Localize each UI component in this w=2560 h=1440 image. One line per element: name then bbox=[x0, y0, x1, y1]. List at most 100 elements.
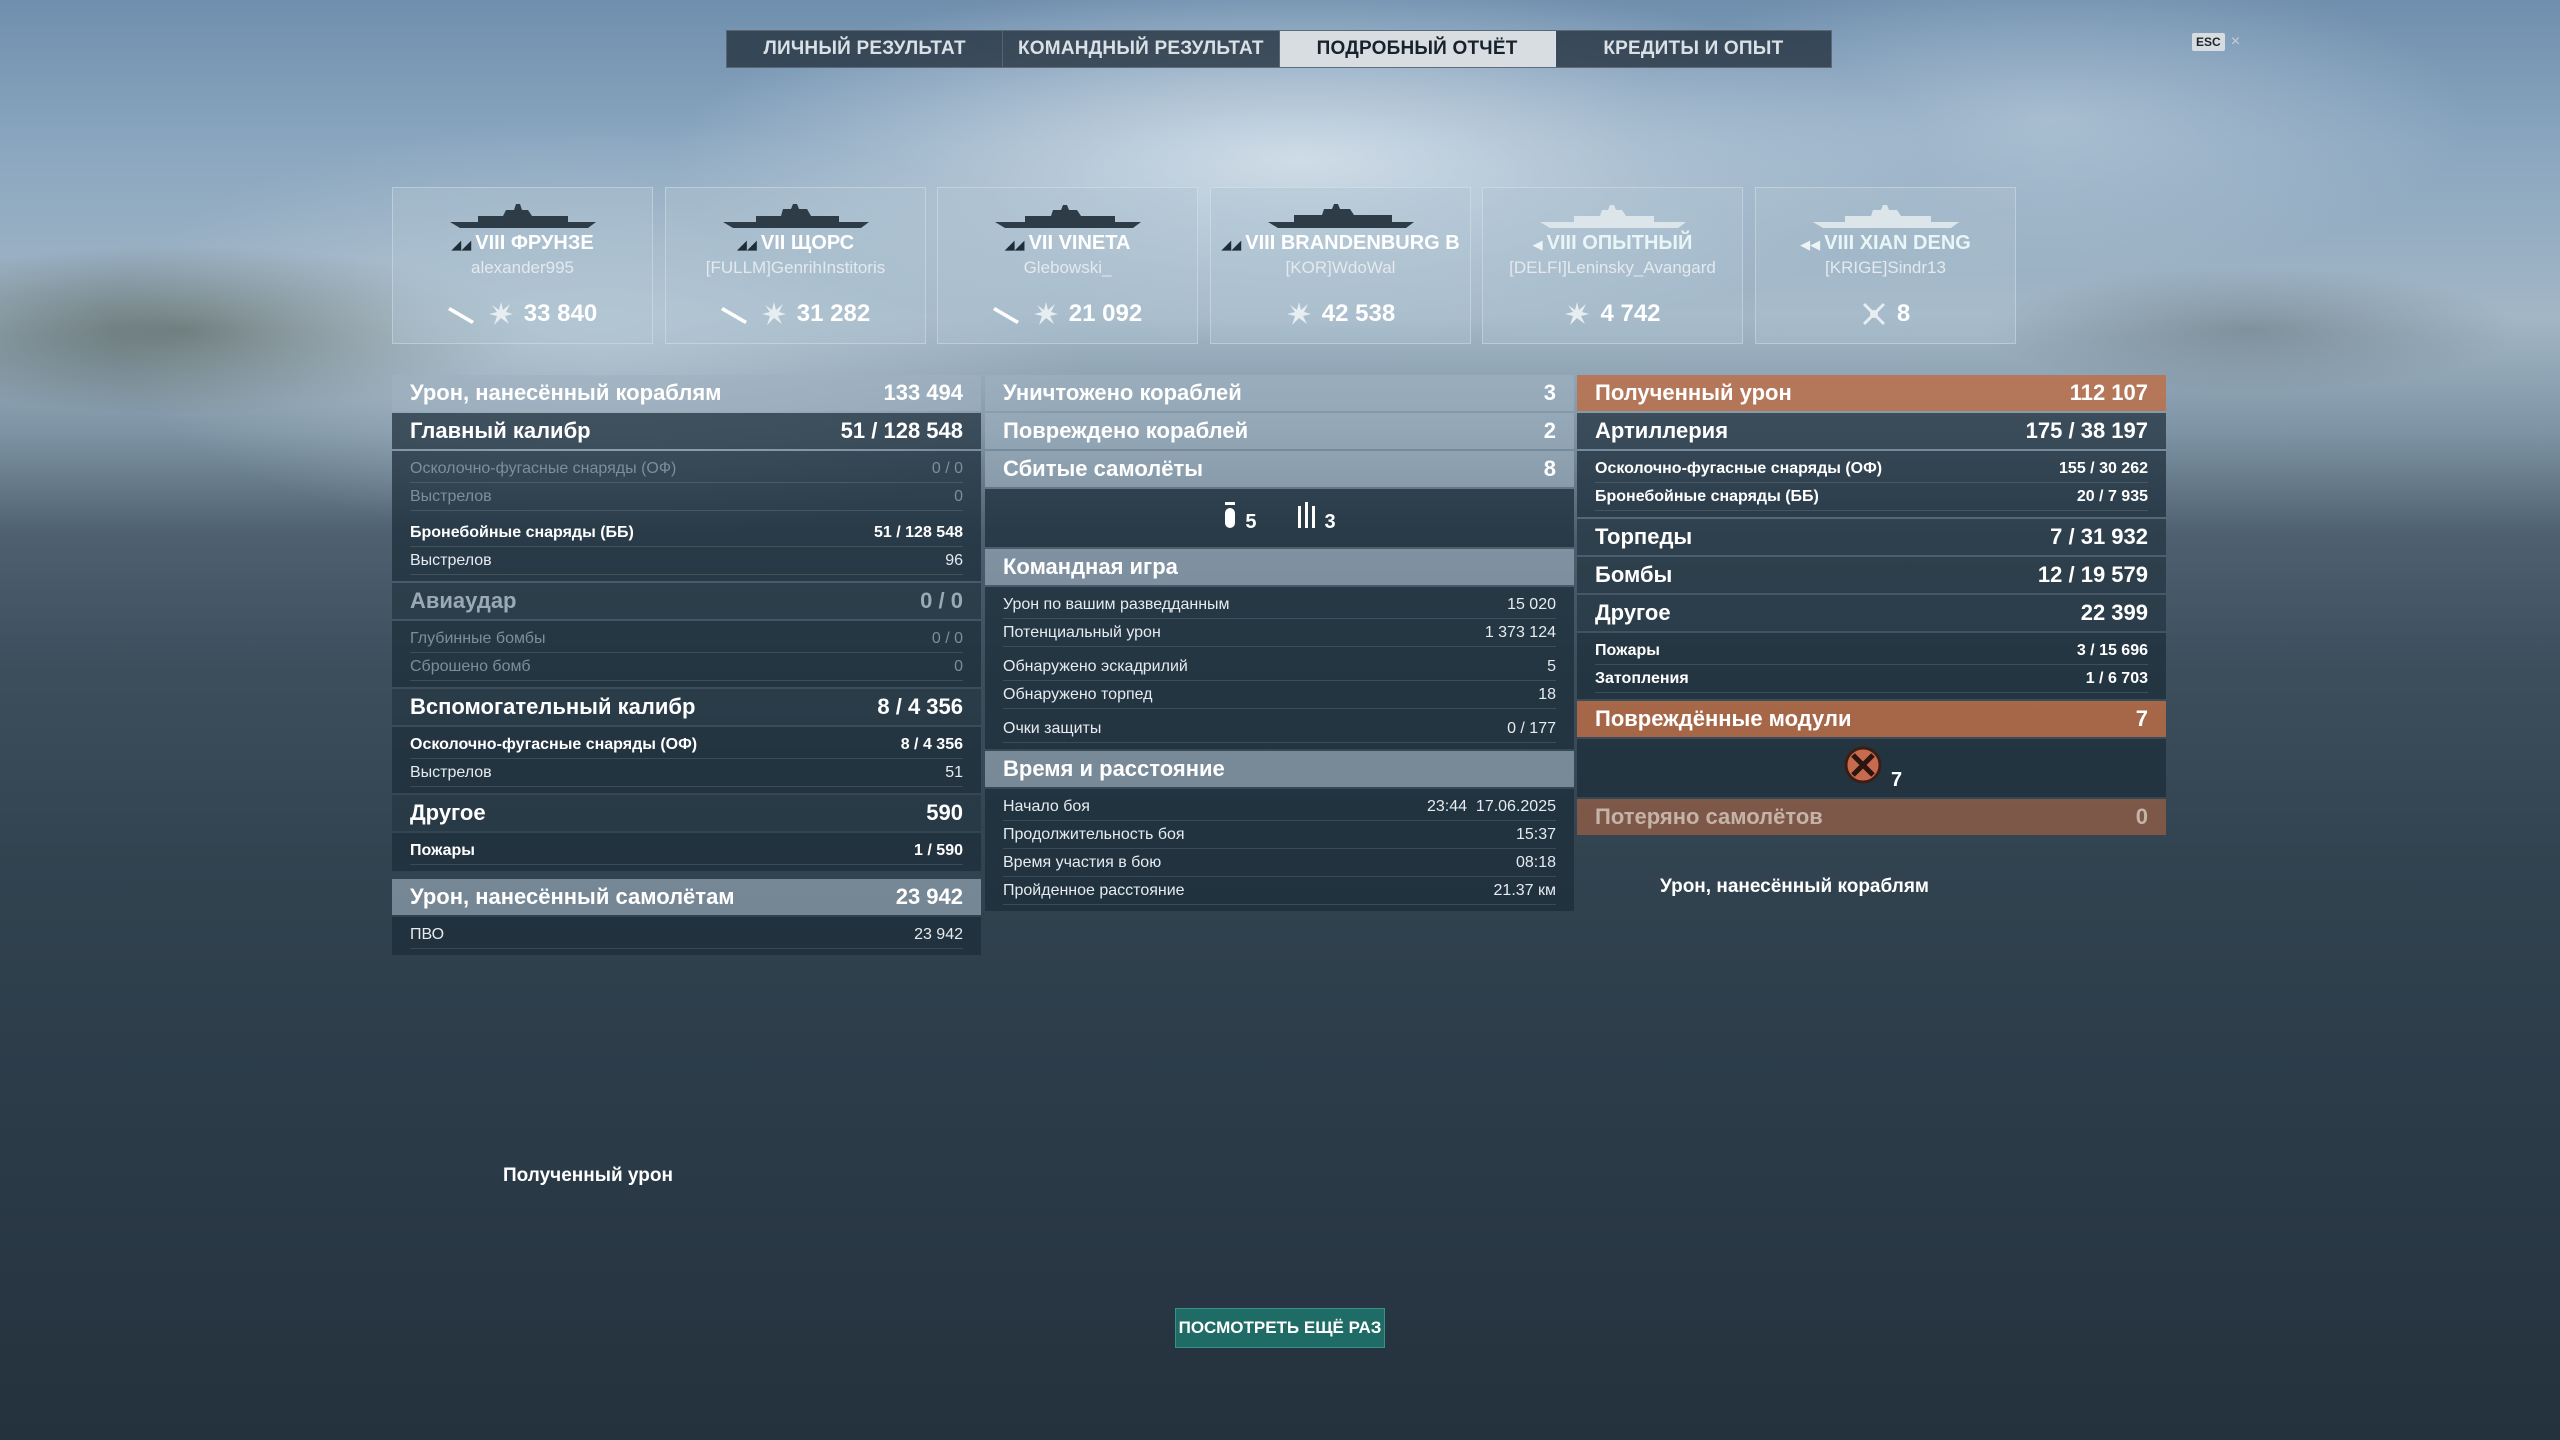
planes-value: 8 bbox=[1896, 300, 1911, 327]
list-item: Начало боя 23:44 17.06.2025 bbox=[1003, 793, 1556, 821]
player-name: alexander995 bbox=[470, 258, 575, 277]
card-stat: 4 742 bbox=[1483, 300, 1742, 328]
ship-class-icon: ◢◢ bbox=[1004, 237, 1025, 252]
ship-silhouette-icon bbox=[1267, 204, 1414, 228]
ship-name: ◢◢ VIII ФРУНЗЕ bbox=[451, 232, 594, 254]
torpedo-icon bbox=[720, 307, 747, 324]
esc-key-icon: ESC bbox=[2192, 33, 2225, 51]
artillery-details: Осколочно-фугасные снаряды (ОФ) 155 / 30 … bbox=[1577, 451, 2166, 517]
ship-card[interactable]: ◢◢ VIII BRANDENBURG B [KOR]WdoWal 42 538 bbox=[1210, 187, 1471, 344]
ship-card[interactable]: ◀ VIII ОПЫТНЫЙ [DELFI]Leninsky_Avangard 4… bbox=[1482, 187, 1743, 344]
damage-value: 42 538 bbox=[1321, 300, 1396, 327]
planes-breakdown: 5 3 bbox=[985, 489, 1574, 547]
time-distance-header[interactable]: Время и расстояние bbox=[985, 751, 1574, 787]
card-stat: 21 092 bbox=[938, 300, 1197, 328]
modules-count: 7 bbox=[1890, 768, 1903, 791]
list-item: Осколочно-фугасные снаряды (ОФ) 155 / 30 … bbox=[1595, 455, 2148, 483]
close-button[interactable]: ESC × bbox=[2192, 33, 2240, 51]
list-item: Бронебойные снаряды (ББ) 51 / 128 548 bbox=[410, 519, 963, 547]
tooltip-caption: Полученный урон bbox=[503, 1165, 673, 1186]
other-received-header[interactable]: Другое 22 399 bbox=[1577, 595, 2166, 631]
ship-card[interactable]: ◢◢ VII VINETA Glebowski_ 21 092 bbox=[937, 187, 1198, 344]
torpedoes-header[interactable]: Торпеды 7 / 31 932 bbox=[1577, 519, 2166, 555]
teamplay-header[interactable]: Командная игра bbox=[985, 549, 1574, 585]
plane-down-icon bbox=[1862, 302, 1885, 326]
modules-breakdown: 7 bbox=[1577, 739, 2166, 797]
ship-silhouette-icon bbox=[722, 204, 869, 228]
airstrike-header[interactable]: Авиаудар 0 / 0 bbox=[392, 583, 981, 619]
explosion-icon bbox=[1286, 302, 1311, 325]
explosion-icon bbox=[1033, 302, 1058, 325]
card-stat: 8 bbox=[1756, 300, 2015, 328]
damaged-module-icon bbox=[1844, 746, 1882, 784]
damaged-header[interactable]: Повреждено кораблей 2 bbox=[985, 413, 1574, 449]
list-item: Выстрелов 0 bbox=[410, 483, 963, 511]
player-name: Glebowski_ bbox=[1023, 258, 1112, 277]
main-battery-details: Осколочно-фугасные снаряды (ОФ) 0 / 0 Выс… bbox=[392, 451, 981, 581]
lost-planes-header[interactable]: Потеряно самолётов 0 bbox=[1577, 799, 2166, 835]
ship-card[interactable]: ◢◢ VII ЩОРС [FULLM]GenrihInstitoris 31 28… bbox=[665, 187, 926, 344]
list-item: Осколочно-фугасные снаряды (ОФ) 8 / 4 356 bbox=[410, 731, 963, 759]
list-item: Сброшено бомб 0 bbox=[410, 653, 963, 681]
list-item: Затопления 1 / 6 703 bbox=[1595, 665, 2148, 693]
card-stat: 42 538 bbox=[1211, 300, 1470, 328]
other-details: Пожары 1 / 590 bbox=[392, 833, 981, 871]
tab-team-result[interactable]: КОМАНДНЫЙ РЕЗУЛЬТАТ bbox=[1003, 31, 1280, 67]
player-name: [DELFI]Leninsky_Avangard bbox=[1509, 258, 1716, 277]
teamplay-details: Урон по вашим разведданным 15 020 Потенци… bbox=[985, 587, 1574, 749]
ship-name: ◀ VIII ОПЫТНЫЙ bbox=[1532, 232, 1693, 254]
tooltip-caption: Урон, нанесённый кораблям bbox=[1660, 876, 1929, 897]
damage-value: 33 840 bbox=[523, 300, 598, 327]
list-item: Урон по вашим разведданным 15 020 bbox=[1003, 591, 1556, 619]
explosion-icon bbox=[488, 302, 513, 325]
explosion-icon bbox=[1565, 302, 1590, 325]
ship-silhouette-icon bbox=[994, 205, 1141, 228]
airstrike-details: Глубинные бомбы 0 / 0 Сброшено бомб 0 bbox=[392, 621, 981, 687]
ship-class-icon: ◢◢ bbox=[1221, 237, 1242, 252]
dealt-damage-panel: Урон, нанесённый кораблям 133 494 Главный… bbox=[392, 375, 981, 957]
modules-header[interactable]: Повреждённые модули 7 bbox=[1577, 701, 2166, 737]
received-header[interactable]: Полученный урон 112 107 bbox=[1577, 375, 2166, 411]
ship-name: ◢◢ VII ЩОРС bbox=[736, 232, 855, 254]
ship-card[interactable]: ◢◢ VIII ФРУНЗЕ alexander995 33 840 bbox=[392, 187, 653, 344]
ship-silhouette-icon bbox=[1539, 205, 1686, 228]
card-stat: 31 282 bbox=[666, 300, 925, 328]
other-header[interactable]: Другое 590 bbox=[392, 795, 981, 831]
player-name: [KOR]WdoWal bbox=[1285, 258, 1396, 277]
planes-shot-header[interactable]: Сбитые самолёты 8 bbox=[985, 451, 1574, 487]
replay-button[interactable]: ПОСМОТРЕТЬ ЕЩЁ РАЗ bbox=[1175, 1308, 1385, 1348]
player-name: [KRIGE]Sindr13 bbox=[1825, 258, 1946, 277]
bombs-header[interactable]: Бомбы 12 / 19 579 bbox=[1577, 557, 2166, 593]
ship-class-icon: ◢◢ bbox=[736, 237, 757, 252]
damage-value: 31 282 bbox=[796, 300, 871, 327]
torpedo-icon bbox=[992, 307, 1019, 324]
tab-detailed-report[interactable]: ПОДРОБНЫЙ ОТЧЁТ bbox=[1279, 31, 1556, 67]
results-panel: Уничтожено кораблей 3 Повреждено кораблей… bbox=[985, 375, 1574, 913]
damage-value: 4 742 bbox=[1600, 300, 1661, 327]
tab-personal-result[interactable]: ЛИЧНЫЙ РЕЗУЛЬТАТ bbox=[727, 31, 1004, 67]
list-item: Время участия в бою 08:18 bbox=[1003, 849, 1556, 877]
destroyed-header[interactable]: Уничтожено кораблей 3 bbox=[985, 375, 1574, 411]
secondary-header[interactable]: Вспомогательный калибр 8 / 4 356 bbox=[392, 689, 981, 725]
ship-silhouette-icon bbox=[1812, 205, 1959, 228]
ship-name: ◀◀ VIII XIAN DENG bbox=[1800, 232, 1971, 254]
main-battery-header[interactable]: Главный калибр 51 / 128 548 bbox=[392, 413, 981, 449]
damage-planes-header[interactable]: Урон, нанесённый самолётам 23 942 bbox=[392, 879, 981, 915]
close-icon: × bbox=[2230, 33, 2241, 50]
aa-details: ПВО 23 942 bbox=[392, 917, 981, 955]
time-distance-details: Начало боя 23:44 17.06.2025 Продолжительн… bbox=[985, 789, 1574, 911]
explosion-icon bbox=[761, 302, 786, 325]
artillery-header[interactable]: Артиллерия 175 / 38 197 bbox=[1577, 413, 2166, 449]
ship-card[interactable]: ◀◀ VIII XIAN DENG [KRIGE]Sindr13 8 bbox=[1755, 187, 2016, 344]
list-item: Пожары 3 / 15 696 bbox=[1595, 637, 2148, 665]
damage-ships-header[interactable]: Урон, нанесённый кораблям 133 494 bbox=[392, 375, 981, 411]
card-stat: 33 840 bbox=[393, 300, 652, 328]
list-item: Бронебойные снаряды (ББ) 20 / 7 935 bbox=[1595, 483, 2148, 511]
list-item: Потенциальный урон 1 373 124 bbox=[1003, 619, 1556, 647]
list-item: Пройденное расстояние 21.37 км bbox=[1003, 877, 1556, 905]
ship-class-icon: ◢◢ bbox=[451, 237, 472, 252]
list-item: Пожары 1 / 590 bbox=[410, 837, 963, 865]
tab-credits-xp[interactable]: КРЕДИТЫ И ОПЫТ bbox=[1556, 31, 1831, 67]
list-item: Обнаружено эскадрилий 5 bbox=[1003, 653, 1556, 681]
ship-name: ◢◢ VIII BRANDENBURG B bbox=[1221, 232, 1460, 254]
